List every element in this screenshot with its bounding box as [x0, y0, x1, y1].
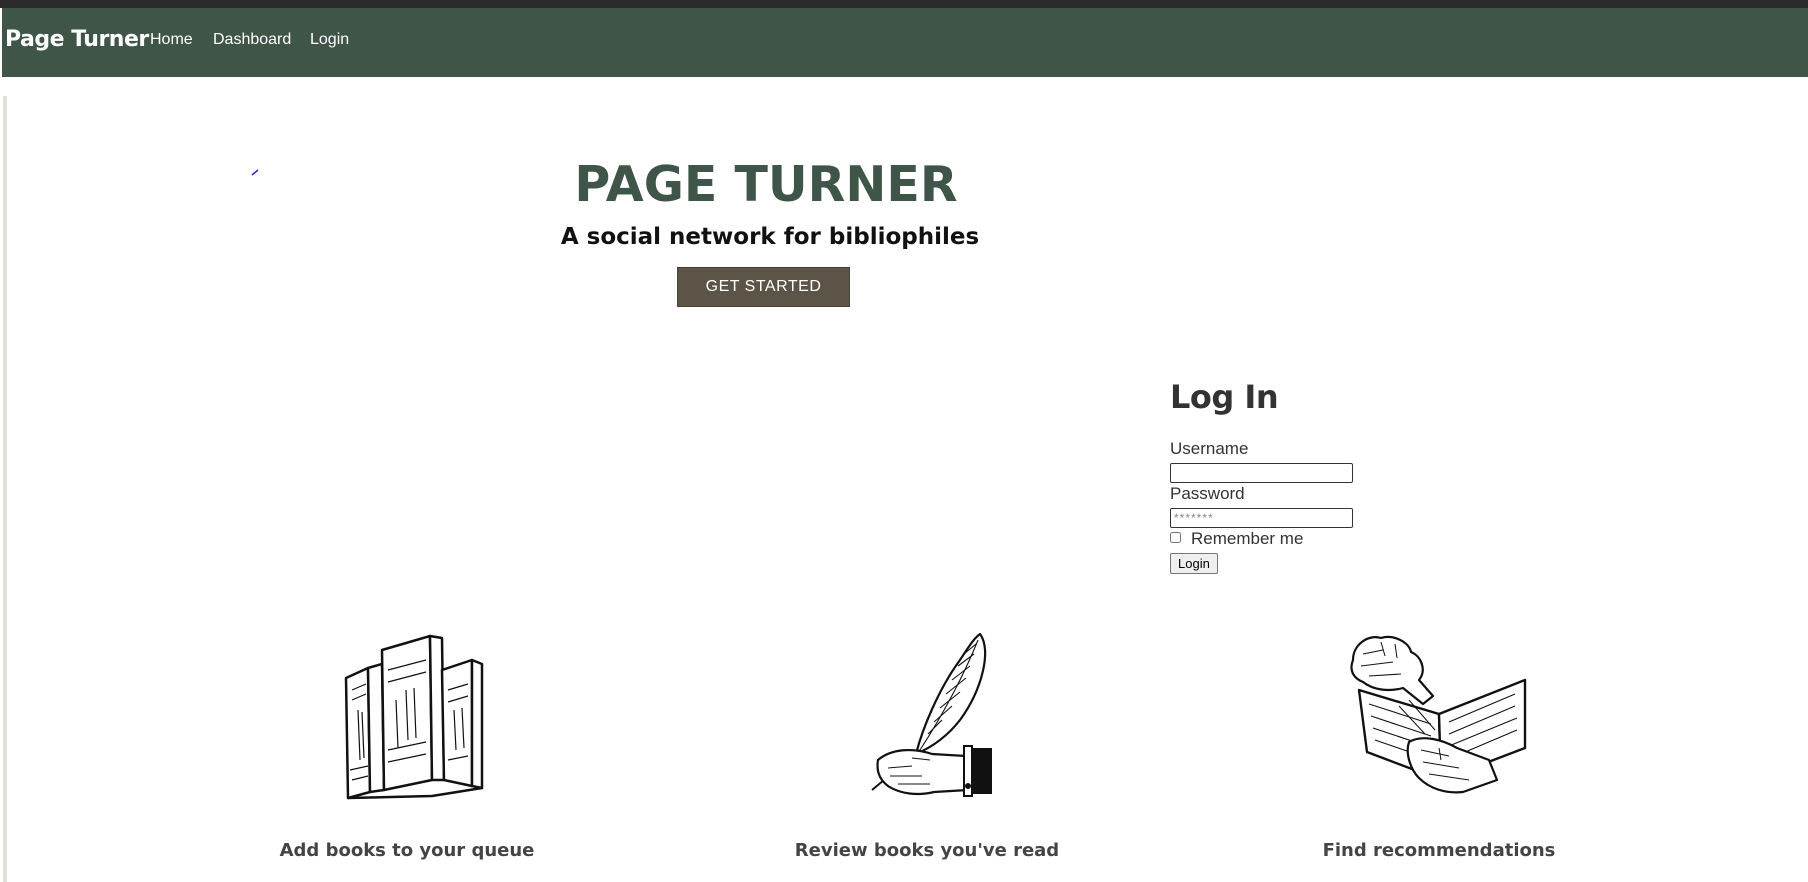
feature-recommendations: [1259, 630, 1619, 800]
quill-pen-hand-icon: [871, 632, 992, 797]
login-submit-button[interactable]: Login: [1170, 553, 1218, 574]
hero-subtitle: A social network for bibliophiles: [560, 224, 980, 250]
content-left-border: [3, 96, 7, 882]
password-input[interactable]: [1170, 508, 1353, 528]
brand-link[interactable]: Page Turner: [5, 27, 149, 52]
hero-title: PAGE TURNER: [574, 156, 958, 213]
window-top-strip: [0, 0, 1808, 8]
feature-review: [747, 630, 1107, 800]
username-label: Username: [1170, 439, 1249, 458]
top-navbar: Page Turner Home Dashboard Login: [2, 8, 1808, 77]
login-form: Log In Username Password Remember me Log…: [1170, 378, 1390, 574]
nav-link-home[interactable]: Home: [150, 31, 193, 49]
hands-open-book-icon: [1350, 635, 1527, 794]
remember-me-checkbox[interactable]: [1170, 532, 1181, 543]
feature-queue: [227, 630, 587, 800]
nav-link-login[interactable]: Login: [310, 31, 349, 49]
stacked-books-icon: [344, 634, 484, 800]
get-started-button[interactable]: GET STARTED: [677, 267, 850, 307]
feature-queue-caption: Add books to your queue: [279, 840, 535, 861]
password-label: Password: [1170, 484, 1245, 503]
login-title: Log In: [1170, 378, 1279, 416]
feature-review-caption: Review books you've read: [794, 840, 1060, 861]
feature-recommendations-caption: Find recommendations: [1322, 840, 1556, 861]
nav-link-dashboard[interactable]: Dashboard: [213, 31, 291, 49]
username-input[interactable]: [1170, 463, 1353, 483]
remember-me-label[interactable]: Remember me: [1191, 529, 1303, 549]
